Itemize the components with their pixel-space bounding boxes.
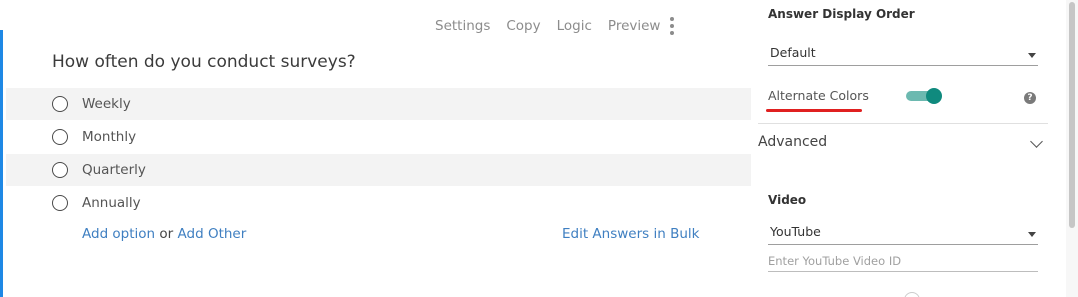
selected-question-accent: [0, 30, 3, 297]
video-source-select[interactable]: YouTube: [768, 221, 1038, 245]
answer-display-order-value: Default: [770, 45, 816, 60]
dropdown-caret-icon: [1028, 232, 1036, 237]
video-source-value: YouTube: [770, 224, 821, 239]
alternate-colors-label: Alternate Colors: [768, 88, 869, 103]
answer-row: Weekly: [6, 88, 751, 120]
add-option-link[interactable]: Add option: [82, 226, 155, 242]
or-text: or: [159, 226, 174, 242]
logic-button[interactable]: Logic: [557, 18, 592, 34]
answer-label[interactable]: Quarterly: [82, 162, 146, 178]
answer-radio[interactable]: [52, 96, 68, 112]
answer-label[interactable]: Annually: [82, 195, 141, 211]
video-id-input[interactable]: [768, 251, 1038, 271]
add-other-link[interactable]: Add Other: [178, 226, 247, 242]
video-id-field: [768, 250, 1038, 272]
preview-button[interactable]: Preview: [608, 18, 661, 34]
answer-radio[interactable]: [52, 195, 68, 211]
copy-button[interactable]: Copy: [506, 18, 540, 34]
help-icon[interactable]: ?: [1024, 92, 1036, 104]
edit-answers-bulk-link[interactable]: Edit Answers in Bulk: [562, 226, 699, 242]
answer-radio[interactable]: [52, 129, 68, 145]
answer-radio[interactable]: [52, 162, 68, 178]
add-answer-links: Add option or Add Other: [82, 226, 246, 242]
video-label: Video: [768, 193, 807, 207]
survey-editor: Settings Copy Logic Preview How often do…: [0, 0, 1078, 297]
advanced-section-header[interactable]: Advanced: [758, 134, 827, 150]
answer-row: Monthly: [6, 121, 751, 153]
scrollbar[interactable]: [1066, 0, 1078, 297]
question-toolbar: Settings Copy Logic Preview: [435, 17, 676, 35]
answer-row: Annually: [6, 187, 751, 219]
answer-label[interactable]: Weekly: [82, 96, 131, 112]
scrollbar-thumb[interactable]: [1069, 2, 1075, 228]
answer-display-order-select[interactable]: Default: [768, 42, 1038, 66]
settings-button[interactable]: Settings: [435, 18, 490, 34]
partial-radio-icon: [904, 292, 920, 297]
answer-row: Quarterly: [6, 154, 751, 186]
answer-label[interactable]: Monthly: [82, 129, 136, 145]
chevron-down-icon[interactable]: [1030, 135, 1043, 148]
annotation-underline: [766, 109, 862, 112]
alternate-colors-toggle[interactable]: [906, 88, 942, 104]
question-title[interactable]: How often do you conduct surveys?: [52, 52, 356, 72]
answer-display-order-label: Answer Display Order: [768, 7, 915, 21]
section-divider: [758, 123, 1048, 124]
more-options-icon[interactable]: [669, 17, 675, 35]
dropdown-caret-icon: [1028, 53, 1036, 58]
